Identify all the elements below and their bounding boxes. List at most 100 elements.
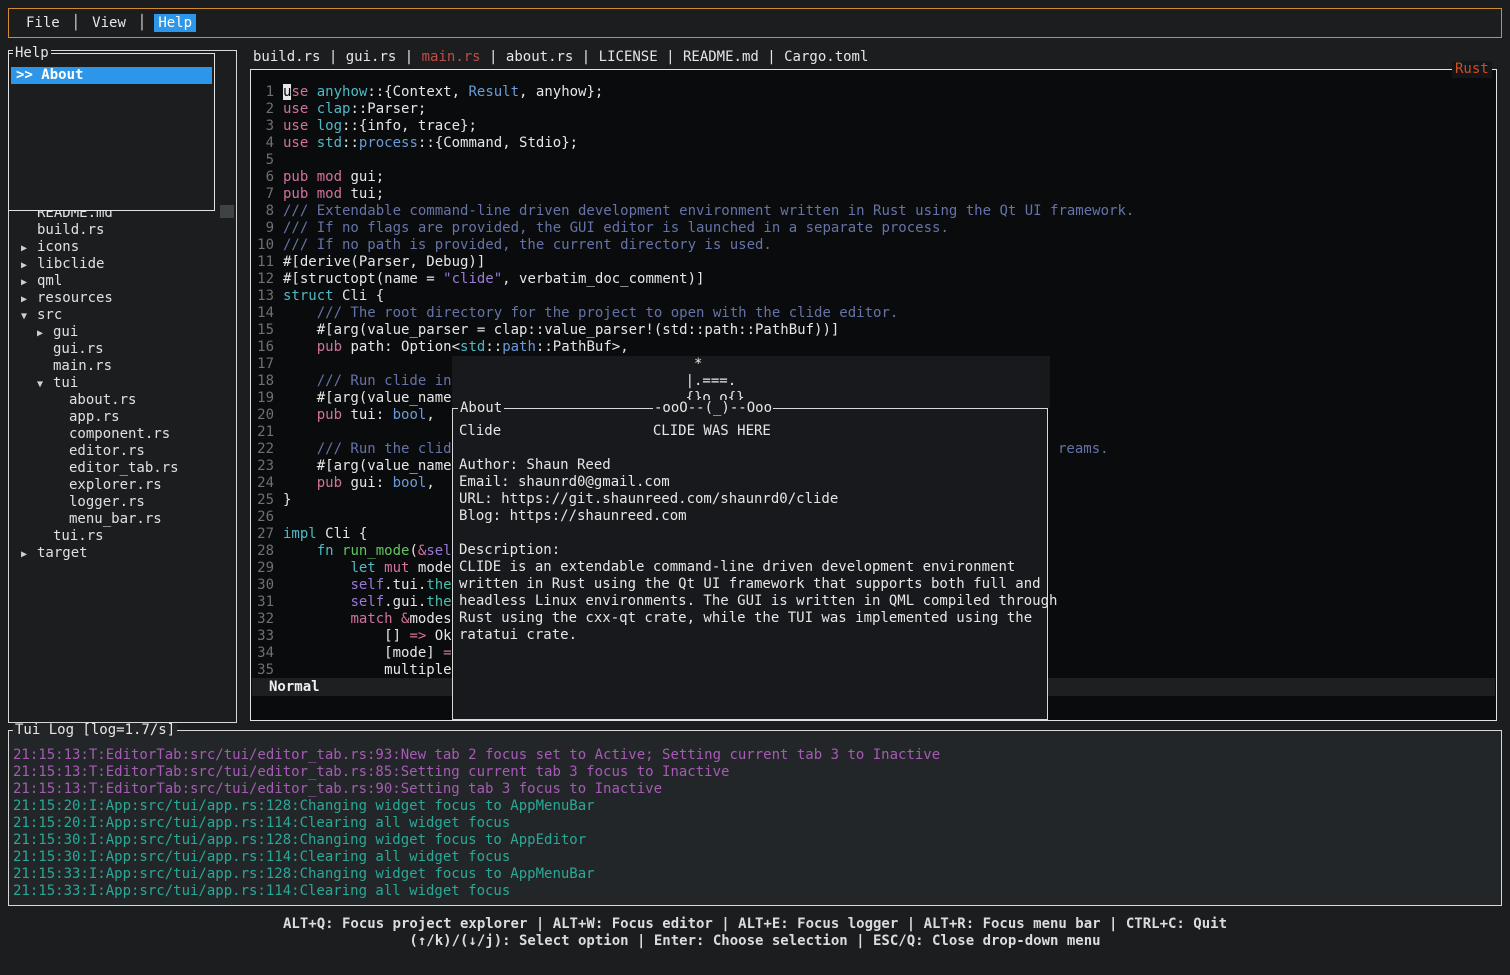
code-line: 10/// If no path is provided, the curren… (252, 237, 1495, 254)
tree-item-editor_tab.rs[interactable]: editor_tab.rs (9, 460, 235, 477)
mode-indicator: Normal (252, 679, 320, 695)
code-token: use (283, 101, 308, 117)
tab-about.rs[interactable]: about.rs (506, 49, 573, 65)
tab-separator: | (481, 49, 506, 65)
tree-item-label: editor_tab.rs (69, 460, 179, 476)
code-token: use (283, 118, 308, 134)
ascii-art-line: |.===. (458, 373, 1050, 390)
code-token: ::Parser; (350, 101, 426, 117)
tree-item-tui.rs[interactable]: tui.rs (9, 528, 235, 545)
tree-item-logger.rs[interactable]: logger.rs (9, 494, 235, 511)
tab-main.rs[interactable]: main.rs (422, 49, 481, 65)
log-entry: 21:15:33:I:App:src/tui/app.rs:114:Cleari… (13, 883, 1501, 900)
tree-item-label: tui.rs (53, 528, 104, 544)
code-token: std (460, 339, 485, 355)
code-token: #[arg(value_parser = clap::value_parser!… (283, 322, 839, 338)
menu-item-help[interactable]: Help (154, 14, 196, 32)
line-number: 11 (252, 254, 274, 271)
code-token: #[arg(value_name = (283, 458, 468, 474)
code-token: /// If no path is provided, the current … (283, 237, 772, 253)
tree-item-menu_bar.rs[interactable]: menu_bar.rs (9, 511, 235, 528)
about-dialog-title: About (458, 400, 504, 417)
tree-item-src[interactable]: ▼src (9, 307, 235, 324)
tree-item-gui[interactable]: ▶gui (9, 324, 235, 341)
tree-item-editor.rs[interactable]: editor.rs (9, 443, 235, 460)
code-token: bool (393, 407, 427, 423)
tui-log-panel: Tui Log [log=1.7/s] 21:15:13:T:EditorTab… (8, 730, 1502, 906)
code-token: Cli { (334, 288, 385, 304)
menu-item-view[interactable]: View (88, 14, 130, 32)
line-number: 12 (252, 271, 274, 288)
line-number: 18 (252, 373, 274, 390)
tree-item-build.rs[interactable]: build.rs (9, 222, 235, 239)
tree-item-icons[interactable]: ▶icons (9, 239, 235, 256)
code-token: let (350, 560, 375, 576)
tree-item-explorer.rs[interactable]: explorer.rs (9, 477, 235, 494)
code-token: :: (342, 135, 359, 151)
code-line: 12#[structopt(name = "clide", verbatim_d… (252, 271, 1495, 288)
code-token: pub (283, 186, 308, 202)
tree-item-resources[interactable]: ▶resources (9, 290, 235, 307)
code-token: fn (317, 543, 334, 559)
tab-readme.md[interactable]: README.md (683, 49, 759, 65)
code-token: , (426, 407, 434, 423)
about-dialog-line (459, 440, 1041, 457)
code-token: gui: (342, 475, 393, 491)
log-entry: 21:15:13:T:EditorTab:src/tui/editor_tab.… (13, 781, 1501, 798)
tree-item-label: icons (37, 239, 79, 255)
line-number: 27 (252, 526, 274, 543)
code-token: path (502, 339, 536, 355)
chevron-right-icon: ▶ (21, 257, 37, 274)
tree-item-component.rs[interactable]: component.rs (9, 426, 235, 443)
file-tree: README.mdbuild.rs▶icons▶libclide▶qml▶res… (9, 205, 235, 562)
code-token (283, 339, 317, 355)
log-entries: 21:15:13:T:EditorTab:src/tui/editor_tab.… (9, 731, 1501, 900)
tree-item-libclide[interactable]: ▶libclide (9, 256, 235, 273)
code-token (308, 118, 316, 134)
dropdown-item-about[interactable]: >> About (11, 67, 212, 84)
log-entry: 21:15:30:I:App:src/tui/app.rs:114:Cleari… (13, 849, 1501, 866)
code-token: anyhow (317, 84, 368, 100)
code-token: mod (317, 186, 342, 202)
code-token: log (317, 118, 342, 134)
about-dialog-line: Rust using the cxx-qt crate, while the T… (459, 610, 1041, 627)
about-dialog-line: CLIDE is an extendable command-line driv… (459, 559, 1041, 576)
tree-item-gui.rs[interactable]: gui.rs (9, 341, 235, 358)
tree-item-about.rs[interactable]: about.rs (9, 392, 235, 409)
chevron-right-icon: ▶ (21, 274, 37, 291)
code-token (308, 101, 316, 117)
tab-license[interactable]: LICENSE (599, 49, 658, 65)
code-token: gui; (342, 169, 384, 185)
code-token: , (426, 475, 434, 491)
line-number: 2 (252, 101, 274, 118)
tree-item-app.rs[interactable]: app.rs (9, 409, 235, 426)
code-token: self (350, 577, 384, 593)
code-token: /// If no flags are provided, the GUI ed… (283, 220, 949, 236)
code-token: run_mode (342, 543, 409, 559)
editor-panel[interactable]: 1use anyhow::{Context, Result, anyhow};2… (250, 69, 1497, 721)
tree-item-label: gui (53, 324, 78, 340)
code-token: :: (485, 339, 502, 355)
line-number: 33 (252, 628, 274, 645)
tree-item-qml[interactable]: ▶qml (9, 273, 235, 290)
tab-gui.rs[interactable]: gui.rs (346, 49, 397, 65)
about-dialog-line: Blog: https://shaunreed.com (459, 508, 1041, 525)
chevron-down-icon: ▼ (37, 376, 53, 393)
code-token: ::{Context, (367, 84, 468, 100)
tree-item-target[interactable]: ▶target (9, 545, 235, 562)
tree-item-label: about.rs (69, 392, 136, 408)
tab-cargo.toml[interactable]: Cargo.toml (784, 49, 868, 65)
code-token: [] (283, 628, 409, 644)
menu-item-file[interactable]: File (22, 14, 64, 32)
tree-item-tui[interactable]: ▼tui (9, 375, 235, 392)
code-line: 15 #[arg(value_parser = clap::value_pars… (252, 322, 1495, 339)
chevron-right-icon: ▶ (37, 325, 53, 342)
tab-separator: | (658, 49, 683, 65)
line-number: 28 (252, 543, 274, 560)
line-number: 16 (252, 339, 274, 356)
explorer-scrollbar-thumb[interactable] (220, 205, 234, 218)
help-bar-line-1: ALT+Q: Focus project explorer | ALT+W: F… (0, 916, 1510, 933)
tree-item-main.rs[interactable]: main.rs (9, 358, 235, 375)
app-root: { "menu_bar": { "items": [ {"label": "Fi… (0, 0, 1510, 975)
tab-build.rs[interactable]: build.rs (253, 49, 320, 65)
